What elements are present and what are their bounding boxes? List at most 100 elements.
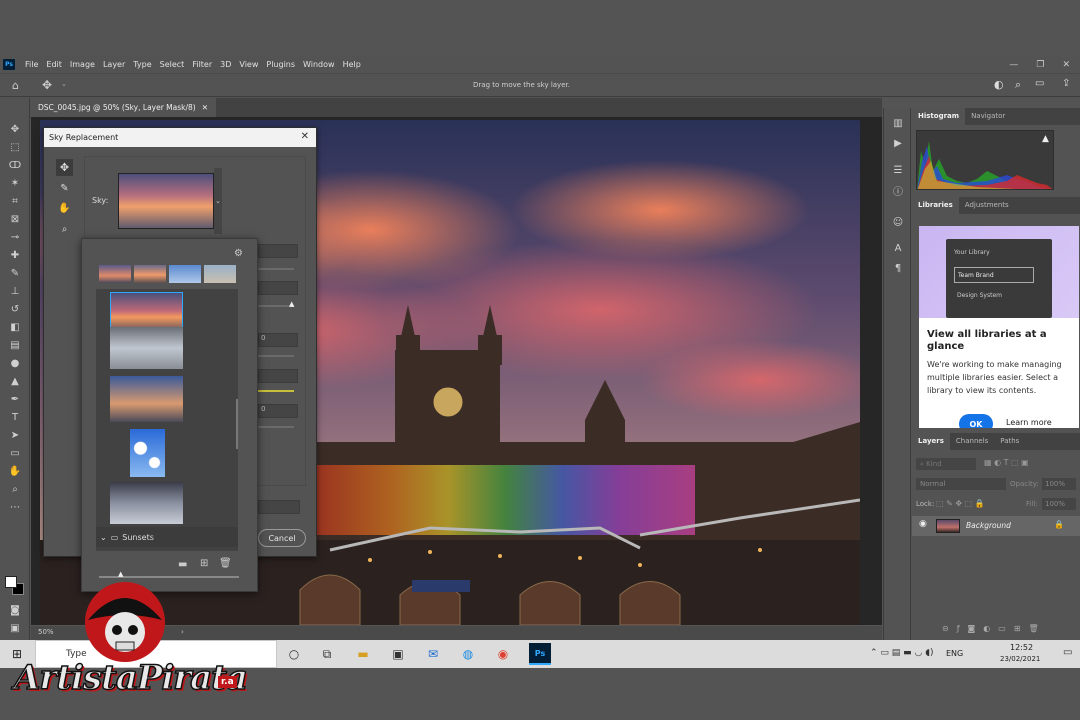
cancel-button[interactable]: Cancel [258,529,306,547]
temperature-slider[interactable] [258,390,294,392]
paragraph-icon[interactable]: ¶ [890,261,906,275]
opacity-field[interactable]: 100% [1042,478,1076,490]
clock-date[interactable]: 23/02/2021 [1000,655,1040,663]
frame-tool-icon[interactable]: ⊠ [7,212,23,226]
minimize-icon[interactable]: — [1009,60,1018,70]
fade-edge-field[interactable] [258,281,298,295]
tab-libraries[interactable]: Libraries [912,197,959,214]
photoshop-taskbar-icon[interactable]: Ps [529,643,551,665]
menu-help[interactable]: Help [339,60,365,69]
eye-icon[interactable]: ◉ [919,519,927,529]
menu-image[interactable]: Image [66,60,99,69]
rectangle-tool-icon[interactable]: ▭ [7,446,23,460]
ok-button[interactable]: OK [959,414,993,428]
search-icon[interactable]: ⌕ [1015,78,1021,92]
close-tab-icon[interactable]: ✕ [202,103,208,112]
sky-preset-thumb[interactable] [110,327,183,369]
slider-handle-icon[interactable]: ▲ [289,300,294,308]
folder-row-sunsets[interactable]: ⌄ ▭ Sunsets [96,527,238,547]
menu-window[interactable]: Window [299,60,339,69]
move-tool-icon[interactable]: ✥ [7,122,23,136]
sky-preset-thumb[interactable] [110,482,183,524]
sky-preset-preview[interactable] [118,173,214,229]
chrome-icon[interactable]: ◉ [494,645,512,663]
menu-3d[interactable]: 3D [216,60,235,69]
tray-icons[interactable]: ⌃ ▭ ▤ ▬ ◡ ◖) [870,648,933,658]
menu-filter[interactable]: Filter [188,60,216,69]
more-tools-icon[interactable]: ⋯ [7,500,23,514]
menu-view[interactable]: View [235,60,262,69]
stamp-tool-icon[interactable]: ⊥ [7,284,23,298]
mail-icon[interactable]: ✉ [424,645,442,663]
store-icon[interactable]: ▣ [389,645,407,663]
tab-navigator[interactable]: Navigator [965,108,1011,125]
add-preset-icon[interactable]: ⊞ [200,558,208,569]
sky-brush-icon[interactable]: ✎ [56,180,73,197]
workspace-icon[interactable]: ▭ [1035,78,1044,89]
close-window-icon[interactable]: ✕ [1062,60,1070,70]
folder-icon[interactable]: ▬ [178,559,187,570]
slider-handle-icon[interactable]: ▲ [118,570,123,578]
sky-preset-thumb[interactable] [110,376,183,422]
recent-sky-thumb[interactable] [169,265,201,283]
blend-mode-select[interactable]: Normal [916,478,1006,490]
eyedropper-tool-icon[interactable]: ⊸ [7,230,23,244]
menu-plugins[interactable]: Plugins [262,60,299,69]
tab-paths[interactable]: Paths [994,433,1025,450]
temperature-field[interactable] [258,369,298,383]
recent-sky-thumb[interactable] [99,265,131,283]
recent-sky-thumb[interactable] [204,265,236,283]
zoom-tool-icon[interactable]: ⌕ [7,482,23,496]
recent-sky-thumb[interactable] [134,265,166,283]
clock-time[interactable]: 12:52 [1010,643,1033,652]
healing-brush-tool-icon[interactable]: ✚ [7,248,23,262]
tab-layers[interactable]: Layers [912,433,950,450]
sky-preset-thumb[interactable] [130,429,165,477]
notifications-icon[interactable]: ▭ [1063,647,1072,658]
language-indicator[interactable]: ENG [946,649,963,658]
tab-histogram[interactable]: Histogram [912,108,966,125]
history-brush-tool-icon[interactable]: ↺ [7,302,23,316]
output-dropdown[interactable] [258,500,300,514]
lock-icons[interactable]: ⬚ ✎ ✥ ⬚ 🔒 [936,499,985,508]
task-view-icon[interactable]: ⧉ [318,645,336,663]
edge-icon[interactable]: ◍ [459,645,477,663]
document-tab[interactable]: DSC_0045.jpg @ 50% (Sky, Layer Mask/8) ✕ [30,98,217,117]
move-tool-icon[interactable]: ✥ [56,159,73,176]
menu-edit[interactable]: Edit [42,60,66,69]
menu-file[interactable]: File [21,60,42,69]
path-selection-tool-icon[interactable]: ➤ [7,428,23,442]
dodge-tool-icon[interactable]: ▲ [7,374,23,388]
gear-icon[interactable]: ⚙ [234,248,243,259]
hand-tool-icon[interactable]: ✋ [7,464,23,478]
info-icon[interactable]: ⓘ [890,183,906,198]
fill-field[interactable]: 100% [1042,498,1076,510]
brightness-field[interactable]: 0 [258,333,298,347]
people-icon[interactable]: ☺ [890,215,906,229]
layer-filter-kind[interactable]: ⌕ Kind [916,458,976,470]
shift-edge-field[interactable] [258,244,298,258]
sky-preset-list[interactable]: ⌄ ▭ Sunsets [96,289,238,551]
filter-icons[interactable]: ▦ ◐ T ⬚ ▣ [984,458,1029,467]
menu-select[interactable]: Select [156,60,189,69]
foreground-color-swatch[interactable] [5,576,17,588]
scale-slider[interactable] [258,426,294,428]
crop-tool-icon[interactable]: ⌗ [7,194,23,208]
marquee-tool-icon[interactable]: ⬚ [7,140,23,154]
scale-field[interactable]: 0 [258,404,298,418]
gradient-tool-icon[interactable]: ▤ [7,338,23,352]
eraser-tool-icon[interactable]: ◧ [7,320,23,334]
trash-icon[interactable]: 🗑 [219,558,232,569]
share-icon[interactable]: ⇪ [1062,78,1070,89]
magic-wand-tool-icon[interactable]: ✶ [7,176,23,190]
close-icon[interactable]: ✕ [301,131,309,142]
blur-tool-icon[interactable]: ● [7,356,23,370]
brush-tool-icon[interactable]: ✎ [7,266,23,280]
history-icon[interactable]: ▥ [890,116,906,130]
type-tool-icon[interactable]: T [7,410,23,424]
layer-actions-icons[interactable]: ⊝ƒ◙◐▭⊞🗑 [942,624,1047,633]
adjust-sliders-icon[interactable]: ☰ [890,163,906,177]
tab-channels[interactable]: Channels [950,433,994,450]
menu-layer[interactable]: Layer [99,60,129,69]
pen-tool-icon[interactable]: ✒ [7,392,23,406]
